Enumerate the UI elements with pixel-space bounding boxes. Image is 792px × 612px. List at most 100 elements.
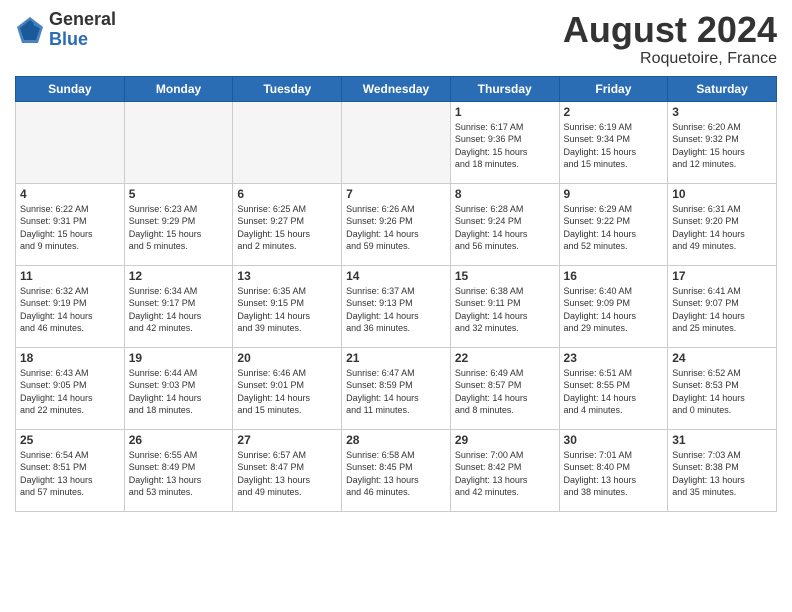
day-info: Sunrise: 6:41 AM Sunset: 9:07 PM Dayligh… bbox=[672, 285, 772, 335]
day-number: 19 bbox=[129, 351, 229, 365]
day-info: Sunrise: 6:31 AM Sunset: 9:20 PM Dayligh… bbox=[672, 203, 772, 253]
header: General Blue August 2024 Roquetoire, Fra… bbox=[15, 10, 777, 68]
calendar-cell: 13 Sunrise: 6:35 AM Sunset: 9:15 PM Dayli… bbox=[233, 265, 342, 347]
calendar-cell: 24 Sunrise: 6:52 AM Sunset: 8:53 PM Dayli… bbox=[668, 347, 777, 429]
calendar-cell: 21 Sunrise: 6:47 AM Sunset: 8:59 PM Dayli… bbox=[342, 347, 451, 429]
day-number: 22 bbox=[455, 351, 555, 365]
day-info: Sunrise: 6:22 AM Sunset: 9:31 PM Dayligh… bbox=[20, 203, 120, 253]
header-sunday: Sunday bbox=[16, 76, 125, 101]
location: Roquetoire, France bbox=[563, 50, 777, 68]
day-info: Sunrise: 6:47 AM Sunset: 8:59 PM Dayligh… bbox=[346, 367, 446, 417]
day-info: Sunrise: 7:03 AM Sunset: 8:38 PM Dayligh… bbox=[672, 449, 772, 499]
calendar-cell: 3 Sunrise: 6:20 AM Sunset: 9:32 PM Daylig… bbox=[668, 101, 777, 183]
day-info: Sunrise: 6:28 AM Sunset: 9:24 PM Dayligh… bbox=[455, 203, 555, 253]
header-thursday: Thursday bbox=[450, 76, 559, 101]
calendar-cell bbox=[233, 101, 342, 183]
day-number: 11 bbox=[20, 269, 120, 283]
day-info: Sunrise: 6:40 AM Sunset: 9:09 PM Dayligh… bbox=[564, 285, 664, 335]
day-number: 1 bbox=[455, 105, 555, 119]
calendar-cell: 25 Sunrise: 6:54 AM Sunset: 8:51 PM Dayli… bbox=[16, 429, 125, 511]
calendar-week-5: 25 Sunrise: 6:54 AM Sunset: 8:51 PM Dayli… bbox=[16, 429, 777, 511]
calendar-cell: 1 Sunrise: 6:17 AM Sunset: 9:36 PM Daylig… bbox=[450, 101, 559, 183]
day-number: 5 bbox=[129, 187, 229, 201]
calendar-cell: 9Sunrise: 6:29 AM Sunset: 9:22 PM Daylig… bbox=[559, 183, 668, 265]
day-number: 10 bbox=[672, 187, 772, 201]
day-info: Sunrise: 6:46 AM Sunset: 9:01 PM Dayligh… bbox=[237, 367, 337, 417]
day-number: 24 bbox=[672, 351, 772, 365]
day-info: Sunrise: 6:34 AM Sunset: 9:17 PM Dayligh… bbox=[129, 285, 229, 335]
calendar-week-4: 18 Sunrise: 6:43 AM Sunset: 9:05 PM Dayli… bbox=[16, 347, 777, 429]
day-info: Sunrise: 6:55 AM Sunset: 8:49 PM Dayligh… bbox=[129, 449, 229, 499]
calendar-cell: 27 Sunrise: 6:57 AM Sunset: 8:47 PM Dayli… bbox=[233, 429, 342, 511]
day-info: Sunrise: 6:54 AM Sunset: 8:51 PM Dayligh… bbox=[20, 449, 120, 499]
day-number: 13 bbox=[237, 269, 337, 283]
day-number: 8 bbox=[455, 187, 555, 201]
title-section: August 2024 Roquetoire, France bbox=[563, 10, 777, 68]
header-saturday: Saturday bbox=[668, 76, 777, 101]
day-number: 25 bbox=[20, 433, 120, 447]
calendar-cell: 18 Sunrise: 6:43 AM Sunset: 9:05 PM Dayli… bbox=[16, 347, 125, 429]
calendar-cell: 31 Sunrise: 7:03 AM Sunset: 8:38 PM Dayli… bbox=[668, 429, 777, 511]
day-info: Sunrise: 6:26 AM Sunset: 9:26 PM Dayligh… bbox=[346, 203, 446, 253]
weekday-header-row: Sunday Monday Tuesday Wednesday Thursday… bbox=[16, 76, 777, 101]
calendar-cell: 22 Sunrise: 6:49 AM Sunset: 8:57 PM Dayli… bbox=[450, 347, 559, 429]
logo-icon bbox=[15, 15, 45, 45]
day-info: Sunrise: 6:57 AM Sunset: 8:47 PM Dayligh… bbox=[237, 449, 337, 499]
calendar-cell: 11Sunrise: 6:32 AM Sunset: 9:19 PM Dayli… bbox=[16, 265, 125, 347]
calendar-week-1: 1 Sunrise: 6:17 AM Sunset: 9:36 PM Daylig… bbox=[16, 101, 777, 183]
calendar-cell: 8 Sunrise: 6:28 AM Sunset: 9:24 PM Daylig… bbox=[450, 183, 559, 265]
calendar-cell: 30Sunrise: 7:01 AM Sunset: 8:40 PM Dayli… bbox=[559, 429, 668, 511]
day-number: 27 bbox=[237, 433, 337, 447]
day-info: Sunrise: 6:17 AM Sunset: 9:36 PM Dayligh… bbox=[455, 121, 555, 171]
day-info: Sunrise: 7:00 AM Sunset: 8:42 PM Dayligh… bbox=[455, 449, 555, 499]
calendar-cell: 2Sunrise: 6:19 AM Sunset: 9:34 PM Daylig… bbox=[559, 101, 668, 183]
day-number: 12 bbox=[129, 269, 229, 283]
calendar-cell: 14 Sunrise: 6:37 AM Sunset: 9:13 PM Dayli… bbox=[342, 265, 451, 347]
calendar-cell: 6 Sunrise: 6:25 AM Sunset: 9:27 PM Daylig… bbox=[233, 183, 342, 265]
day-number: 17 bbox=[672, 269, 772, 283]
day-info: Sunrise: 6:38 AM Sunset: 9:11 PM Dayligh… bbox=[455, 285, 555, 335]
day-number: 15 bbox=[455, 269, 555, 283]
day-number: 18 bbox=[20, 351, 120, 365]
calendar-cell: 17 Sunrise: 6:41 AM Sunset: 9:07 PM Dayli… bbox=[668, 265, 777, 347]
day-info: Sunrise: 6:20 AM Sunset: 9:32 PM Dayligh… bbox=[672, 121, 772, 171]
day-info: Sunrise: 6:23 AM Sunset: 9:29 PM Dayligh… bbox=[129, 203, 229, 253]
calendar-week-2: 4Sunrise: 6:22 AM Sunset: 9:31 PM Daylig… bbox=[16, 183, 777, 265]
logo-text: General Blue bbox=[49, 10, 116, 50]
logo-general: General bbox=[49, 10, 116, 30]
calendar-cell: 26 Sunrise: 6:55 AM Sunset: 8:49 PM Dayli… bbox=[124, 429, 233, 511]
page: General Blue August 2024 Roquetoire, Fra… bbox=[0, 0, 792, 612]
logo-blue: Blue bbox=[49, 30, 116, 50]
day-number: 6 bbox=[237, 187, 337, 201]
day-info: Sunrise: 6:35 AM Sunset: 9:15 PM Dayligh… bbox=[237, 285, 337, 335]
day-number: 20 bbox=[237, 351, 337, 365]
header-friday: Friday bbox=[559, 76, 668, 101]
calendar-cell bbox=[16, 101, 125, 183]
header-tuesday: Tuesday bbox=[233, 76, 342, 101]
day-info: Sunrise: 6:43 AM Sunset: 9:05 PM Dayligh… bbox=[20, 367, 120, 417]
day-number: 3 bbox=[672, 105, 772, 119]
calendar: Sunday Monday Tuesday Wednesday Thursday… bbox=[15, 76, 777, 512]
calendar-cell: 23Sunrise: 6:51 AM Sunset: 8:55 PM Dayli… bbox=[559, 347, 668, 429]
calendar-cell bbox=[124, 101, 233, 183]
calendar-week-3: 11Sunrise: 6:32 AM Sunset: 9:19 PM Dayli… bbox=[16, 265, 777, 347]
calendar-cell: 5 Sunrise: 6:23 AM Sunset: 9:29 PM Daylig… bbox=[124, 183, 233, 265]
header-monday: Monday bbox=[124, 76, 233, 101]
day-info: Sunrise: 6:25 AM Sunset: 9:27 PM Dayligh… bbox=[237, 203, 337, 253]
calendar-cell: 4Sunrise: 6:22 AM Sunset: 9:31 PM Daylig… bbox=[16, 183, 125, 265]
day-number: 7 bbox=[346, 187, 446, 201]
header-wednesday: Wednesday bbox=[342, 76, 451, 101]
calendar-cell: 15 Sunrise: 6:38 AM Sunset: 9:11 PM Dayli… bbox=[450, 265, 559, 347]
day-number: 30 bbox=[564, 433, 664, 447]
day-number: 14 bbox=[346, 269, 446, 283]
day-number: 26 bbox=[129, 433, 229, 447]
day-info: Sunrise: 6:44 AM Sunset: 9:03 PM Dayligh… bbox=[129, 367, 229, 417]
month-title: August 2024 bbox=[563, 10, 777, 50]
day-number: 31 bbox=[672, 433, 772, 447]
day-info: Sunrise: 6:49 AM Sunset: 8:57 PM Dayligh… bbox=[455, 367, 555, 417]
day-number: 9 bbox=[564, 187, 664, 201]
day-info: Sunrise: 6:52 AM Sunset: 8:53 PM Dayligh… bbox=[672, 367, 772, 417]
day-info: Sunrise: 6:37 AM Sunset: 9:13 PM Dayligh… bbox=[346, 285, 446, 335]
day-number: 23 bbox=[564, 351, 664, 365]
day-number: 21 bbox=[346, 351, 446, 365]
